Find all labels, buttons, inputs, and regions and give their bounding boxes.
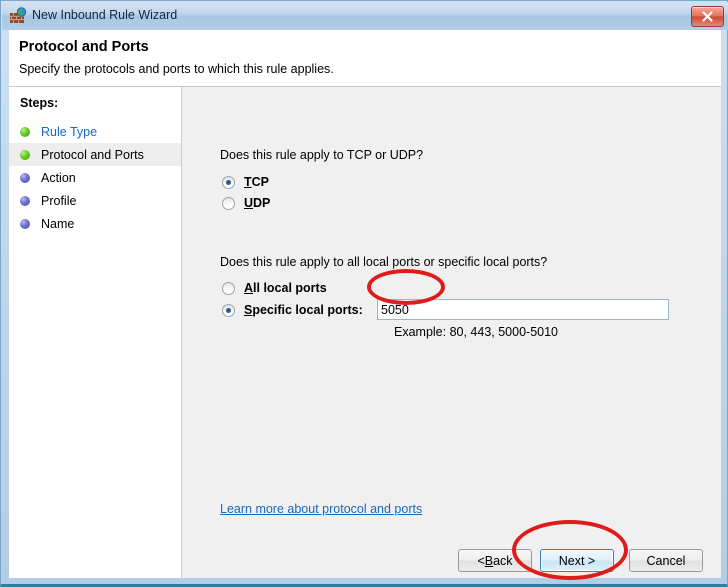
radio-specific-local-ports[interactable]: Specific local ports: — [222, 303, 363, 317]
sidebar-item-label: Protocol and Ports — [41, 147, 144, 162]
step-bullet-icon — [20, 195, 30, 206]
radio-all-local-ports[interactable]: All local ports — [222, 281, 327, 295]
sidebar-item-label: Profile — [41, 193, 77, 208]
cancel-button[interactable]: Cancel — [629, 549, 703, 572]
page-header: Protocol and Ports Specify the protocols… — [9, 30, 721, 87]
sidebar-item-label: Rule Type — [41, 124, 98, 139]
sidebar-item-label: Name — [41, 216, 75, 231]
back-button[interactable]: < Back — [458, 549, 532, 572]
radio-specific-local-ports-label: Specific local ports: — [244, 303, 363, 317]
client-area: Protocol and Ports Specify the protocols… — [9, 30, 721, 578]
wizard-button-bar: < Back Next > Cancel — [182, 535, 721, 578]
label-rest: ll local ports — [253, 281, 327, 295]
steps-list: Rule Type Protocol and Ports Action Prof… — [9, 120, 181, 235]
steps-sidebar: Steps: Rule Type Protocol and Ports Acti… — [9, 87, 182, 578]
label-rest: pecific local ports: — [252, 303, 363, 317]
sidebar-item-protocol-and-ports[interactable]: Protocol and Ports — [9, 143, 181, 166]
specific-ports-input[interactable] — [377, 299, 669, 320]
sidebar-item-profile[interactable]: Profile — [9, 189, 181, 212]
step-bullet-icon — [20, 172, 30, 183]
radio-tcp-label: TCP — [244, 175, 269, 189]
radio-button-icon[interactable] — [222, 281, 235, 295]
learn-more-link[interactable]: Learn more about protocol and ports — [220, 502, 422, 516]
radio-udp[interactable]: UDP — [222, 196, 270, 210]
sidebar-item-action[interactable]: Action — [9, 166, 181, 189]
page-subtitle: Specify the protocols and ports to which… — [19, 62, 334, 76]
label-rest: CP — [251, 175, 270, 189]
radio-udp-label: UDP — [244, 196, 270, 210]
steps-heading: Steps: — [20, 96, 59, 110]
window-title: New Inbound Rule Wizard — [32, 8, 178, 22]
radio-tcp[interactable]: TCP — [222, 175, 269, 189]
step-bullet-icon — [20, 149, 30, 160]
accel-key: A — [244, 281, 254, 295]
radio-button-icon[interactable] — [222, 196, 235, 210]
accel-key: T — [244, 175, 252, 189]
radio-all-local-ports-label: All local ports — [244, 281, 327, 295]
radio-button-icon[interactable] — [222, 175, 235, 189]
ports-example-hint: Example: 80, 443, 5000-5010 — [394, 325, 559, 339]
close-icon[interactable] — [691, 6, 724, 27]
content-pane: Does this rule apply to TCP or UDP? TCP … — [182, 87, 721, 578]
sidebar-item-rule-type[interactable]: Rule Type — [9, 120, 181, 143]
accel-key: U — [244, 196, 254, 210]
firewall-brick-globe-icon — [9, 7, 27, 25]
title-bar[interactable]: New Inbound Rule Wizard — [2, 2, 728, 30]
ports-question: Does this rule apply to all local ports … — [220, 255, 548, 269]
page-title: Protocol and Ports — [19, 39, 149, 55]
radio-button-icon[interactable] — [222, 303, 235, 317]
protocol-question: Does this rule apply to TCP or UDP? — [220, 148, 424, 162]
accel-key: B — [484, 553, 494, 568]
back-prefix: < — [477, 553, 485, 568]
sidebar-item-label: Action — [41, 170, 76, 185]
step-bullet-icon — [20, 218, 30, 229]
next-button[interactable]: Next > — [540, 549, 614, 572]
step-bullet-icon — [20, 126, 30, 137]
label-rest: ack — [493, 553, 513, 568]
label-rest: DP — [253, 196, 271, 210]
sidebar-item-name[interactable]: Name — [9, 212, 181, 235]
wizard-window: New Inbound Rule Wizard Protocol and Por… — [0, 0, 728, 587]
